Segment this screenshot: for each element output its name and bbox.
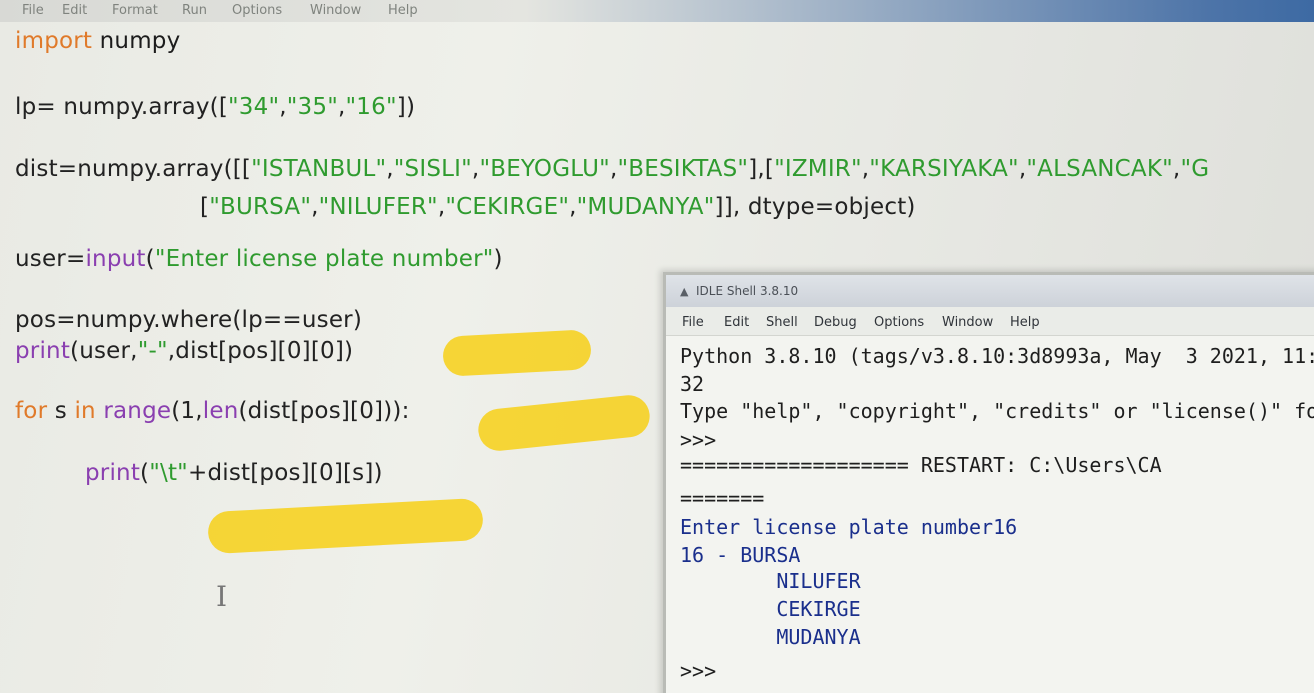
idle-shell-window[interactable]: ▲ IDLE Shell 3.8.10 File Edit Shell Debu…	[663, 272, 1314, 693]
menu-window[interactable]: Window	[310, 3, 361, 18]
string-literal: "-"	[137, 338, 168, 364]
shell-output-line: Enter license plate number16	[680, 515, 1018, 539]
string-literal: "MUDANYA"	[576, 194, 715, 220]
code-text: ,	[386, 156, 394, 182]
code-text: ,	[279, 94, 287, 120]
code-line-print2: print("\t"+dist[pos][0][s])	[85, 460, 383, 486]
code-text: )	[493, 246, 503, 272]
builtin: print	[85, 460, 141, 486]
builtin: print	[15, 338, 71, 364]
code-text: (1,	[171, 398, 203, 424]
code-line-print1: print(user,"-",dist[pos][0][0])	[15, 338, 353, 364]
menu-options[interactable]: Options	[232, 3, 282, 18]
code-line-lp: lp= numpy.array(["34","35","16"])	[15, 94, 415, 120]
shell-menu-help[interactable]: Help	[1010, 315, 1040, 330]
shell-restart-line: =================== RESTART: C:\Users\CA	[680, 453, 1162, 477]
code-line-dist-cont: ["BURSA","NILUFER","CEKIRGE","MUDANYA"]]…	[200, 194, 916, 220]
code-line-import: import numpy	[15, 28, 180, 54]
shell-prompt[interactable]: >>>	[680, 659, 716, 683]
code-text: ,	[338, 94, 346, 120]
photo-of-screen: File Edit Format Run Options Window Help…	[0, 0, 1314, 693]
code-text: (	[140, 460, 150, 486]
keyword: in	[74, 398, 96, 424]
menu-run[interactable]: Run	[182, 3, 207, 18]
string-literal: "ISTANBUL"	[251, 156, 387, 182]
code-line-user: user=input("Enter license plate number")	[15, 246, 503, 272]
shell-prompt: >>>	[680, 428, 717, 452]
string-literal: "IZMIR"	[774, 156, 862, 182]
yellow-marker-stroke	[442, 329, 592, 377]
code-text: (	[145, 246, 155, 272]
code-text: lp= numpy.array([	[15, 94, 229, 120]
string-literal: "NILUFER"	[318, 194, 438, 220]
string-literal: "SISLI"	[393, 156, 472, 182]
shell-title: IDLE Shell 3.8.10	[696, 284, 799, 298]
string-literal: "CEKIRGE"	[445, 194, 570, 220]
string-literal: "34"	[228, 94, 280, 120]
shell-menu-window[interactable]: Window	[942, 315, 993, 330]
shell-menu-edit[interactable]: Edit	[724, 315, 749, 330]
text-cursor-icon: I	[216, 580, 228, 613]
shell-menu-file[interactable]: File	[682, 315, 704, 330]
string-literal: "Enter license plate number"	[154, 246, 494, 272]
shell-banner: Type "help", "copyright", "credits" or "…	[680, 399, 1314, 423]
code-text: s	[47, 398, 75, 424]
builtin: input	[85, 246, 146, 272]
code-text: ,	[311, 194, 319, 220]
shell-output-line: CEKIRGE	[680, 597, 861, 621]
code-text: (dist[pos][0])):	[238, 398, 410, 424]
string-literal: "BEYOGLU"	[479, 156, 610, 182]
keyword: for	[15, 398, 48, 424]
keyword: import	[15, 28, 93, 54]
shell-output-line: NILUFER	[680, 569, 861, 593]
shell-banner: Python 3.8.10 (tags/v3.8.10:3d8993a, May…	[680, 344, 1314, 368]
shell-restart-line: =======	[680, 486, 765, 510]
string-literal: "KARSIYAKA"	[869, 156, 1019, 182]
shell-banner: 32	[680, 372, 705, 396]
menu-file[interactable]: File	[22, 3, 44, 18]
code-text: ,	[569, 194, 577, 220]
python-icon: ▲	[680, 285, 689, 298]
shell-titlebar[interactable]: ▲ IDLE Shell 3.8.10	[666, 275, 1314, 307]
code-text: dist=numpy.array([[	[15, 156, 252, 182]
string-literal: "\t"	[149, 460, 188, 486]
builtin: range	[103, 398, 172, 424]
string-literal: "ALSANCAK"	[1026, 156, 1173, 182]
code-text: user=	[15, 246, 86, 272]
code-text: ])	[396, 94, 416, 120]
menu-format[interactable]: Format	[112, 3, 158, 18]
menu-edit[interactable]: Edit	[62, 3, 87, 18]
string-literal: "16"	[345, 94, 397, 120]
shell-output-line: MUDANYA	[680, 625, 861, 649]
string-literal: "BESIKTAS"	[617, 156, 749, 182]
shell-menu-options[interactable]: Options	[874, 315, 924, 330]
string-literal: "BURSA"	[209, 194, 312, 220]
string-literal: "35"	[286, 94, 339, 120]
shell-menu-shell[interactable]: Shell	[766, 315, 798, 330]
code-text: ,dist[pos][0][0])	[167, 338, 354, 364]
code-text: (user,	[70, 338, 138, 364]
editor-menubar: File Edit Format Run Options Window Help	[0, 0, 1314, 22]
code-text: ]], dtype=object)	[714, 194, 916, 220]
code-text: numpy	[92, 28, 181, 54]
code-line-dist: dist=numpy.array([["ISTANBUL","SISLI","B…	[15, 156, 1209, 182]
code-line-for: for s in range(1,len(dist[pos][0])):	[15, 398, 410, 424]
menu-help[interactable]: Help	[388, 3, 418, 18]
code-text: +dist[pos][0][s])	[187, 460, 383, 486]
shell-output-line: 16 - BURSA	[680, 543, 801, 567]
code-text: [	[200, 194, 210, 220]
code-line-pos: pos=numpy.where(lp==user)	[15, 307, 363, 333]
code-text: ],[	[748, 156, 775, 182]
shell-menubar: File Edit Shell Debug Options Window Hel…	[666, 307, 1314, 336]
shell-menu-debug[interactable]: Debug	[814, 315, 857, 330]
builtin: len	[202, 398, 239, 424]
string-literal: "G	[1180, 156, 1210, 182]
